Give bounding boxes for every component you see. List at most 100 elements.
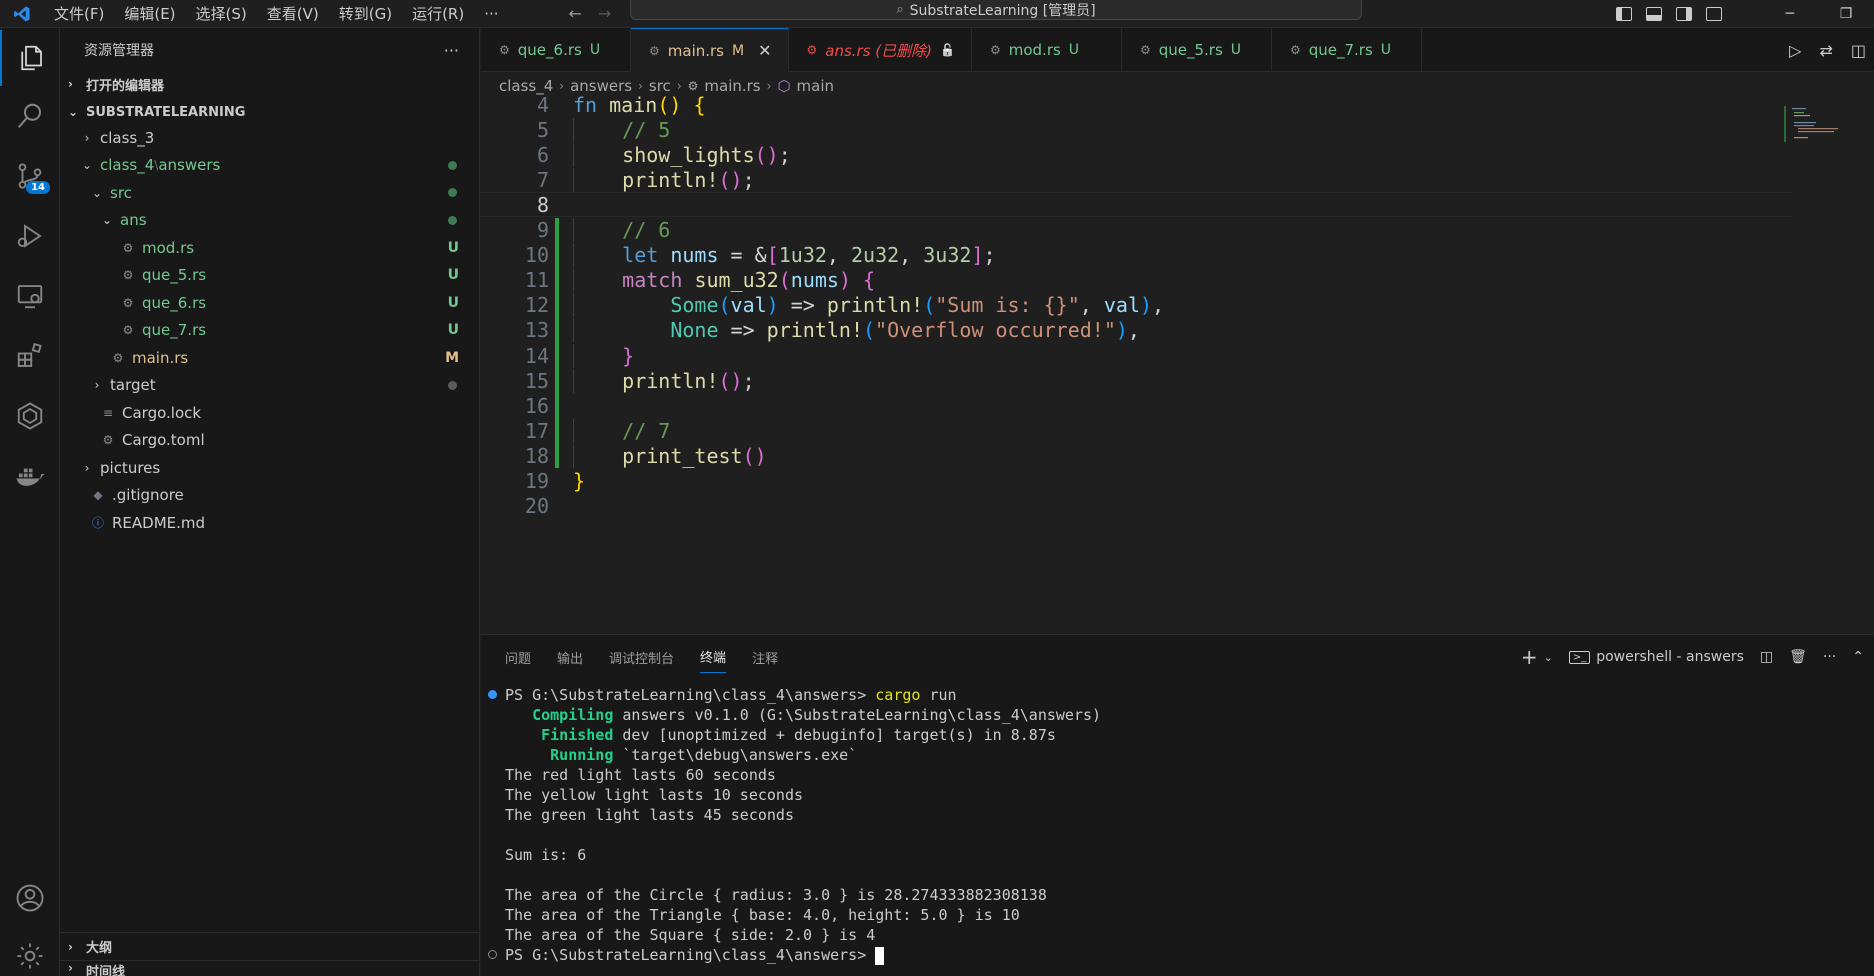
menu-item[interactable]: 编辑(E) [114, 0, 185, 28]
chevron-right-icon: › [84, 130, 90, 145]
chevron-up-icon[interactable]: ⌃ [1852, 649, 1864, 665]
close-icon[interactable]: ✕ [758, 41, 771, 60]
explorer-icon[interactable] [0, 30, 60, 86]
line-number: 18 [524, 443, 549, 468]
panel-tab[interactable]: 输出 [557, 648, 583, 667]
terminal-line: The area of the Square { side: 2.0 } is … [481, 925, 1874, 945]
trash-icon[interactable]: 🗑 [1789, 649, 1807, 665]
menu-item[interactable]: 运行(R) [402, 0, 474, 28]
tree-item-label: class_3 [100, 128, 155, 147]
tree-item[interactable]: ⌄ class_4 \ answers [60, 152, 479, 180]
command-center-search[interactable]: ⌕ SubstrateLearning [管理员] [630, 0, 1362, 20]
panel-tab[interactable]: 注释 [752, 648, 778, 667]
customize-layout-icon[interactable] [1706, 7, 1722, 21]
code-line: 15 println!(); [481, 368, 1791, 394]
line-number: 6 [536, 142, 549, 167]
toggle-panel-icon[interactable] [1646, 7, 1662, 21]
git-status-badge: U [447, 267, 459, 284]
restore-button[interactable]: ❐ [1818, 6, 1874, 22]
lock-icon: 🔓 [940, 43, 955, 57]
editor-tab[interactable]: ⚙ que_5.rs U [1122, 28, 1272, 72]
back-arrow-icon[interactable]: ← [569, 4, 582, 23]
more-actions-icon[interactable]: ··· [444, 41, 459, 60]
menu-item[interactable]: 文件(F) [44, 0, 114, 28]
tree-item[interactable]: ⌄ src [60, 179, 479, 207]
title-bar: 文件(F) 编辑(E) 选择(S) 查看(V) 转到(G) 运行(R) ··· ← → ⌕ … [0, 0, 1874, 28]
terminal-shell-label[interactable]: powershell - answers [1596, 649, 1744, 665]
run-debug-icon[interactable] [0, 208, 60, 264]
forward-arrow-icon[interactable]: → [598, 4, 611, 23]
extensions-icon[interactable] [0, 328, 60, 384]
menu-item[interactable]: 查看(V) [257, 0, 329, 28]
code-line: 19} [481, 469, 1791, 494]
git-status-badge: U [447, 294, 459, 311]
line-number: 8 [536, 192, 549, 217]
accounts-icon[interactable] [0, 870, 60, 926]
tree-item[interactable]: ⚙ main.rs M [60, 344, 479, 372]
editor-tab[interactable]: ⚙ que_6.rs U [481, 28, 631, 72]
new-terminal-icon[interactable]: + [1521, 645, 1538, 669]
tree-item-label: que_5.rs [142, 266, 207, 285]
open-editors-section[interactable]: › 打开的编辑器 [60, 72, 479, 96]
outline-section[interactable]: › 大纲 [60, 932, 480, 960]
split-editor-icon[interactable]: ◫ [1851, 41, 1866, 60]
compare-changes-icon[interactable]: ⇄ [1819, 41, 1832, 60]
gitlens-icon[interactable] [0, 388, 60, 444]
editor-tab[interactable]: ⚙ mod.rs U [972, 28, 1122, 72]
terminal-text: The red light lasts 60 seconds [505, 766, 776, 784]
run-icon[interactable]: ▷ [1789, 41, 1801, 60]
settings-gear-icon[interactable] [0, 928, 60, 976]
tree-item[interactable]: › class_3 [60, 124, 479, 152]
panel-tab[interactable]: 调试控制台 [609, 648, 674, 667]
chevron-down-icon[interactable]: ⌄ [1544, 651, 1553, 664]
panel-tab[interactable]: 问题 [505, 648, 531, 667]
search-icon[interactable] [0, 88, 60, 144]
tree-item[interactable]: ⌄ ans [60, 207, 479, 235]
menu-item[interactable]: 选择(S) [186, 0, 257, 28]
source-control-icon[interactable]: 14 [0, 148, 60, 204]
minimap[interactable] [1784, 106, 1844, 146]
terminal-icon: >_ [1568, 650, 1591, 664]
split-terminal-icon[interactable]: ◫ [1760, 649, 1773, 665]
git-gutter-mark [555, 292, 559, 318]
tree-item[interactable]: › pictures [60, 454, 479, 482]
toggle-primary-sidebar-icon[interactable] [1616, 7, 1632, 21]
tree-item-label: .gitignore [112, 486, 184, 505]
chevron-right-icon: › [94, 378, 100, 393]
more-actions-icon[interactable]: ··· [1823, 649, 1836, 665]
workspace-section[interactable]: ⌄ SUBSTRATELEARNING [60, 100, 479, 124]
code-text: } [573, 343, 634, 368]
toggle-secondary-sidebar-icon[interactable] [1676, 7, 1692, 21]
menu-item[interactable]: 转到(G) [329, 0, 402, 28]
code-editor[interactable]: 4 fn main() {5 // 56 show_lights(); 7 prin… [481, 93, 1874, 634]
tree-item-label: ans [120, 211, 147, 230]
tree-item[interactable]: ⚙ que_6.rs U [60, 289, 479, 317]
chevron-right-icon: › [68, 939, 73, 954]
tree-item[interactable]: ◆ .gitignore [60, 482, 479, 510]
minimize-button[interactable]: ─ [1762, 6, 1818, 22]
line-number: 11 [524, 268, 549, 293]
docker-icon[interactable] [0, 448, 60, 504]
tree-item[interactable]: › target [60, 372, 479, 400]
tree-item[interactable]: ≡ Cargo.lock [60, 399, 479, 427]
tree-item[interactable]: ⚙ Cargo.toml [60, 427, 479, 455]
timeline-section[interactable]: › 时间线 [60, 960, 480, 976]
editor-tab[interactable]: ⚙ que_7.rs U [1272, 28, 1422, 72]
editor-tab[interactable]: ⚙ ans.rs (已删除) 🔓 [789, 28, 972, 72]
tree-item[interactable]: ⚙ que_7.rs U [60, 317, 479, 345]
tab-label: mod.rs [1008, 41, 1061, 59]
rust-file-icon: ⚙ [499, 43, 510, 57]
remote-explorer-icon[interactable] [0, 268, 60, 324]
tree-item[interactable]: ⓘ README.md [60, 509, 479, 537]
terminal-output[interactable]: PS G:\SubstrateLearning\class_4\answers>… [481, 685, 1874, 965]
tree-item[interactable]: ⚙ que_5.rs U [60, 262, 479, 290]
code-line: 18 print_test() [481, 443, 1791, 469]
tree-item[interactable]: ⚙ mod.rs U [60, 234, 479, 262]
panel-tab[interactable]: 终端 [700, 647, 727, 673]
chevron-right-icon: › [638, 79, 643, 93]
tab-label: que_6.rs [517, 41, 582, 59]
menu-item[interactable]: ··· [474, 0, 508, 28]
editor-tab[interactable]: ⚙ main.rs M ✕ [631, 28, 789, 72]
tree-item-label: pictures [100, 458, 161, 477]
code-line: 8 [481, 192, 1791, 218]
